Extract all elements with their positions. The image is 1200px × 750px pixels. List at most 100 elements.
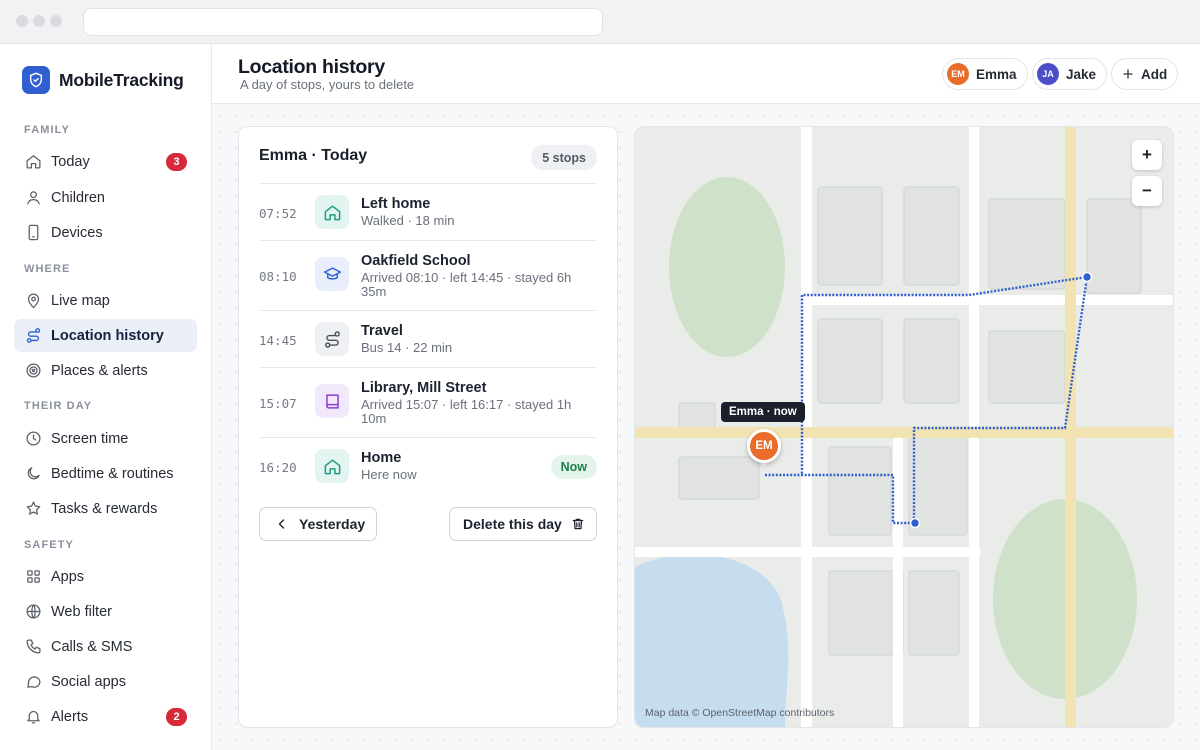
stop-row[interactable]: 16:20 Home Here now Now — [259, 437, 597, 495]
brand-name: MobileTracking — [59, 69, 184, 90]
park-area — [669, 177, 785, 357]
sidebar-item-places-alerts[interactable]: Places & alerts — [14, 354, 197, 387]
zoom-out-button[interactable]: − — [1132, 176, 1162, 206]
star-icon — [24, 500, 42, 518]
person-name: Emma — [976, 66, 1017, 82]
sidebar-item-today[interactable]: Today 3 — [14, 145, 197, 178]
sidebar-item-label: Devices — [51, 224, 103, 241]
stop-title: Home — [361, 450, 402, 466]
stop-count-badge: 5 stops — [531, 145, 597, 170]
chat-icon — [24, 673, 42, 691]
stop-row[interactable]: 07:52 Left home Walked · 18 min — [259, 183, 597, 240]
browser-chrome — [0, 0, 1200, 44]
book-icon — [315, 384, 349, 418]
route-point — [1081, 271, 1093, 283]
stop-detail: Walked · 18 min — [361, 213, 455, 228]
sidebar-item-label: Social apps — [51, 673, 126, 690]
person-name: Jake — [1066, 66, 1097, 82]
sidebar-item-children[interactable]: Children — [14, 181, 197, 214]
sidebar-item-apps[interactable]: Apps — [14, 560, 197, 593]
clock-icon — [24, 430, 42, 448]
stop-row[interactable]: 08:10 Oakfield School Arrived 08:10 · le… — [259, 240, 597, 310]
add-label: Add — [1141, 66, 1168, 82]
sidebar-item-alerts[interactable]: Alerts 2 — [14, 700, 197, 733]
avatar: JA — [1037, 63, 1059, 85]
grid-icon — [24, 568, 42, 586]
sidebar-item-label: Screen time — [51, 430, 129, 447]
sidebar-item-label: Today — [51, 153, 90, 170]
graduation-cap-icon — [315, 257, 349, 291]
page-title: Location history — [238, 56, 385, 78]
sidebar-item-label: Children — [51, 189, 105, 206]
stop-title: Left home — [361, 196, 431, 212]
sidebar-item-calls-sms[interactable]: Calls & SMS — [14, 630, 197, 663]
sidebar-item-location-history[interactable]: Location history — [14, 319, 197, 352]
stop-time: 14:45 — [259, 333, 297, 348]
current-location-marker[interactable]: EM — [747, 429, 781, 463]
address-bar[interactable] — [83, 8, 603, 36]
window-close-dot[interactable] — [16, 15, 28, 27]
stop-time: 08:10 — [259, 269, 297, 284]
sidebar-item-social-apps[interactable]: Social apps — [14, 665, 197, 698]
yesterday-button[interactable]: Yesterday — [259, 507, 377, 541]
section-label-where: WHERE — [24, 263, 71, 275]
window-maximize-dot[interactable] — [50, 15, 62, 27]
sidebar-item-label: Calls & SMS — [51, 638, 133, 655]
route-icon — [315, 322, 349, 356]
user-icon — [24, 189, 42, 207]
sidebar-item-bedtime-routines[interactable]: Bedtime & routines — [14, 457, 197, 490]
sidebar-item-live-map[interactable]: Live map — [14, 284, 197, 317]
stop-title: Library, Mill Street — [361, 380, 487, 396]
yesterday-label: Yesterday — [299, 516, 366, 532]
sidebar: MobileTracking FAMILY Today 3 Children D… — [0, 44, 212, 750]
moon-icon — [24, 465, 42, 483]
map-view[interactable]: + − Emma · now EM Map data © OpenStreetM… — [634, 126, 1174, 728]
sidebar-item-tasks-rewards[interactable]: Tasks & rewards — [14, 492, 197, 525]
add-person-button[interactable]: Add — [1111, 58, 1179, 90]
person-chip-jake[interactable]: JA Jake — [1032, 58, 1108, 90]
sidebar-item-label: Tasks & rewards — [51, 500, 158, 517]
chevron-left-icon — [276, 518, 288, 530]
sidebar-item-label: Location history — [51, 327, 164, 344]
alerts-count-badge: 2 — [166, 708, 187, 726]
stop-row[interactable]: 15:07 Library, Mill Street Arrived 15:07… — [259, 367, 597, 437]
trash-icon — [571, 517, 585, 531]
route-icon — [24, 327, 42, 345]
zoom-in-button[interactable]: + — [1132, 140, 1162, 170]
stop-row[interactable]: 14:45 Travel Bus 14 · 22 min — [259, 310, 597, 367]
sidebar-item-label: Live map — [51, 292, 110, 309]
water-area — [635, 554, 789, 727]
sidebar-item-label: Bedtime & routines — [51, 465, 174, 482]
home-icon — [24, 153, 42, 171]
globe-icon — [24, 603, 42, 621]
brand[interactable]: MobileTracking — [22, 66, 184, 94]
sidebar-item-label: Alerts — [51, 708, 89, 725]
shield-check-icon — [22, 66, 50, 94]
timeline-card: Emma · Today 5 stops 07:52 Left home Wal… — [238, 126, 618, 728]
window-minimize-dot[interactable] — [33, 15, 45, 27]
map-canvas — [635, 127, 1173, 727]
stop-time: 15:07 — [259, 396, 297, 411]
map-attribution: Map data © OpenStreetMap contributors — [645, 707, 835, 719]
person-chip-emma[interactable]: EM Emma — [942, 58, 1028, 90]
sidebar-item-label: Apps — [51, 568, 85, 585]
stop-title: Travel — [361, 323, 403, 339]
route-point — [909, 517, 921, 529]
section-label-their-day: THEIR DAY — [24, 400, 93, 412]
timeline-title: Emma · Today — [259, 147, 368, 164]
delete-day-button[interactable]: Delete this day — [449, 507, 597, 541]
sidebar-item-devices[interactable]: Devices — [14, 216, 197, 249]
current-location-label: Emma · now — [721, 402, 805, 422]
section-label-family: FAMILY — [24, 124, 70, 136]
stop-detail: Arrived 08:10 · left 14:45 · stayed 6h 3… — [361, 270, 572, 299]
page-subtitle: A day of stops, yours to delete — [240, 77, 415, 92]
bell-icon — [24, 708, 42, 726]
pin-icon — [24, 292, 42, 310]
stop-detail: Arrived 15:07 · left 16:17 · stayed 1h 1… — [361, 397, 572, 426]
status-badge: Now — [550, 455, 597, 479]
stop-title: Oakfield School — [361, 253, 471, 269]
sidebar-item-web-filter[interactable]: Web filter — [14, 595, 197, 628]
sidebar-item-screen-time[interactable]: Screen time — [14, 422, 197, 455]
phone-call-icon — [24, 638, 42, 656]
stop-time: 07:52 — [259, 206, 297, 221]
